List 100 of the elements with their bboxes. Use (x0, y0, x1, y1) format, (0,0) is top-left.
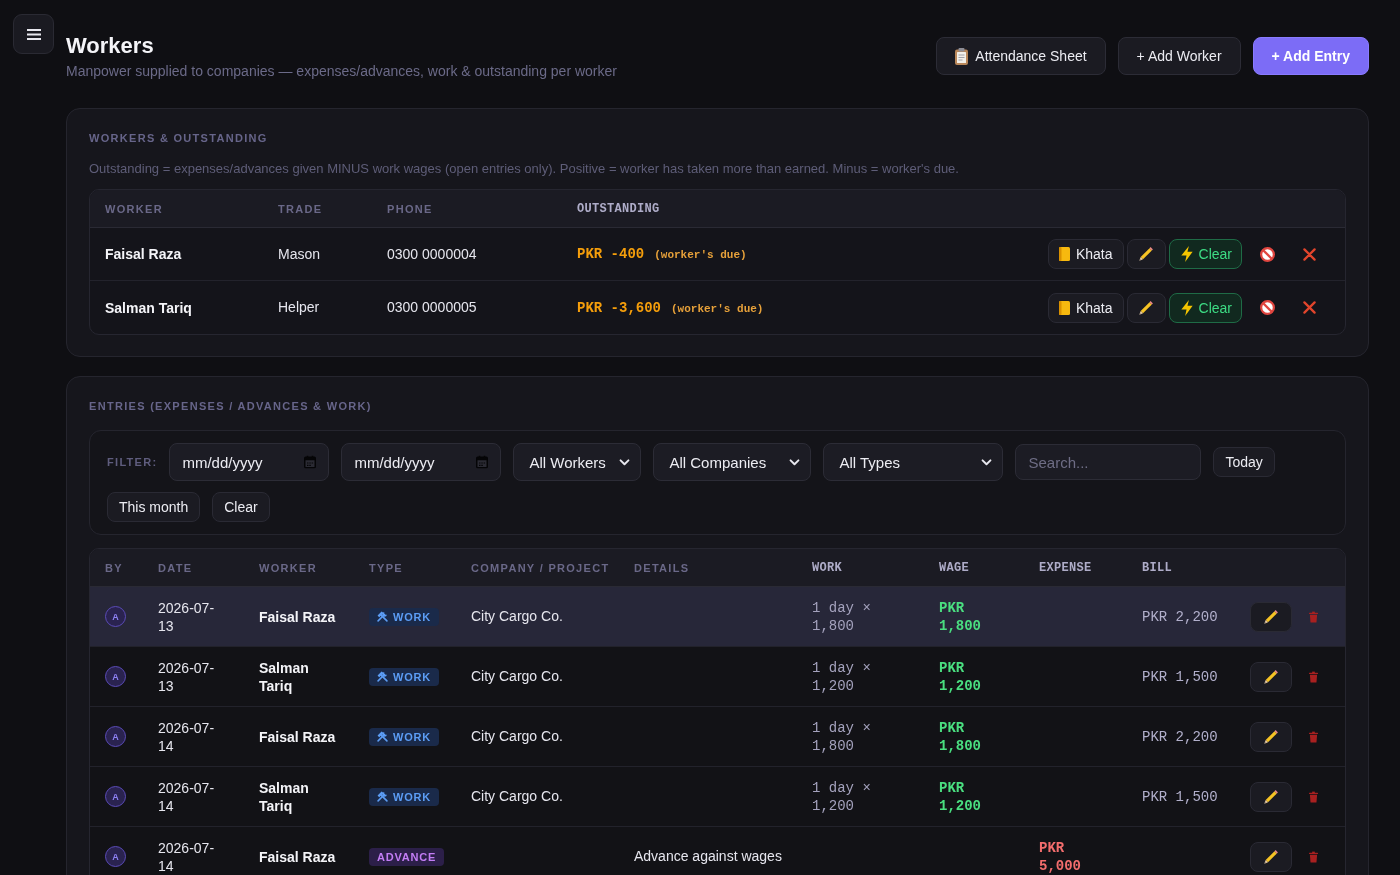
section-heading: ENTRIES (EXPENSES / ADVANCES & WORK) (89, 399, 372, 413)
table-cell-text: 2026-07-14 (158, 718, 216, 755)
page-subtitle: Manpower supplied to companies — expenses/advances, work & outstanding per worker (66, 62, 617, 81)
table-cell: Faisal Raza (105, 245, 182, 263)
edit-button[interactable] (1250, 781, 1292, 812)
clear-button[interactable]: Clear (1168, 292, 1242, 323)
table-cell-text: 1 day × 1,800 (812, 718, 872, 755)
edit-button[interactable] (1250, 721, 1292, 752)
column-header: OUTSTANDING (577, 201, 660, 216)
column-header: WORK (812, 560, 842, 575)
khata-button[interactable]: Khata (1047, 292, 1124, 323)
user-avatar: A (105, 606, 126, 627)
clear-button[interactable]: Clear (1168, 239, 1242, 269)
filter-dropdown[interactable]: All Types (823, 443, 1004, 481)
column-header: WORKER (259, 561, 317, 574)
date-field[interactable]: mm/dd/yyyy (169, 443, 330, 481)
prohibited-icon[interactable] (1259, 246, 1275, 262)
table-cell: City Cargo Co. (471, 787, 563, 806)
tools-icon (377, 791, 388, 802)
table-cell: City Cargo Co. (471, 607, 563, 626)
cross-icon[interactable] (1302, 301, 1316, 314)
chevron-down-icon (619, 458, 631, 466)
column-header: WAGE (939, 560, 969, 575)
table-cell: PKR 1,500 (1142, 667, 1218, 686)
edit-button[interactable] (1126, 239, 1166, 269)
add-worker-button[interactable]: + Add Worker (1117, 37, 1241, 75)
wage-amount: PKR 1,200 (939, 658, 982, 695)
pencil-icon (1264, 849, 1278, 864)
column-header: TYPE (369, 561, 403, 574)
search-field[interactable]: Search... (1015, 444, 1202, 480)
edit-button[interactable] (1250, 661, 1292, 692)
table-cell: Salman Tariq (105, 298, 192, 317)
outstanding-note: (worker's due) (671, 302, 764, 315)
tools-icon (377, 611, 388, 622)
clipboard-icon (955, 47, 969, 65)
filter-dropdown[interactable]: All Companies (653, 443, 812, 481)
wage-amount: PKR 1,200 (939, 778, 982, 815)
filter-dropdown[interactable]: All Workers (513, 443, 642, 481)
date-field[interactable]: mm/dd/yyyy (341, 443, 502, 481)
table-cell-text: 2026-07-14 (158, 838, 216, 875)
tools-icon (377, 731, 388, 742)
table-cell-text: 2026-07-14 (158, 778, 216, 815)
notebook-icon (1058, 300, 1070, 315)
table-cell-text: 2026-07-13 (158, 658, 216, 695)
column-header: PHONE (387, 202, 433, 215)
column-header: EXPENSE (1039, 560, 1092, 575)
filter-button[interactable]: Today (1213, 447, 1275, 477)
column-header: COMPANY / PROJECT (471, 561, 610, 574)
pencil-icon (1139, 300, 1154, 315)
user-avatar: A (105, 666, 126, 687)
user-avatar: A (105, 726, 126, 747)
pencil-icon (1264, 789, 1278, 804)
trash-icon[interactable] (1309, 850, 1318, 863)
edit-button[interactable] (1250, 841, 1292, 872)
type-badge: ADVANCE (369, 847, 445, 866)
type-badge: WORK (369, 787, 440, 806)
cross-icon[interactable] (1302, 247, 1316, 261)
filter-button[interactable]: This month (107, 492, 201, 522)
wage-amount: PKR 1,800 (939, 598, 982, 635)
prohibited-icon[interactable] (1259, 300, 1275, 315)
pencil-icon (1264, 669, 1278, 684)
edit-button[interactable] (1126, 292, 1166, 323)
column-header: BILL (1142, 560, 1172, 575)
table-cell: City Cargo Co. (471, 727, 563, 746)
outstanding-note: (worker's due) (654, 249, 747, 261)
column-header: TRADE (278, 202, 323, 215)
filter-button[interactable]: Clear (212, 492, 270, 522)
add-entry-button[interactable]: + Add Entry (1252, 37, 1369, 75)
table-cell: Helper (278, 298, 320, 317)
table-cell: 0300 0000004 (387, 244, 477, 264)
table-cell: Faisal Raza (259, 727, 336, 746)
lightning-icon (1180, 299, 1193, 316)
table-cell: City Cargo Co. (471, 667, 563, 686)
pencil-icon (1264, 609, 1278, 624)
chevron-down-icon (981, 458, 993, 466)
table-cell: PKR 1,500 (1142, 787, 1218, 806)
table-cell-text: 1 day × 1,200 (812, 658, 872, 695)
outstanding-amount: PKR -400 (577, 246, 645, 262)
edit-button[interactable] (1250, 601, 1292, 632)
table-cell: 0300 0000005 (387, 298, 477, 317)
column-header: BY (105, 561, 123, 574)
column-header: DETAILS (634, 561, 690, 574)
table-cell: Faisal Raza (259, 607, 336, 626)
table-cell: Faisal Raza (259, 847, 336, 866)
attendance-sheet-button[interactable]: Attendance Sheet (936, 37, 1106, 75)
section-note: Outstanding = expenses/advances given MINUS work wages (open entries only). Positive = worker has taken more than earned. Minus = worker's due. (89, 160, 960, 178)
trash-icon[interactable] (1309, 790, 1318, 803)
trash-icon[interactable] (1309, 730, 1318, 743)
type-badge: WORK (369, 607, 440, 626)
table-cell: PKR 2,200 (1142, 727, 1218, 746)
type-badge: WORK (369, 667, 440, 686)
table-cell-text: Salman Tariq (259, 658, 310, 695)
lightning-icon (1180, 246, 1193, 262)
khata-button[interactable]: Khata (1047, 239, 1124, 269)
page-title: Workers (66, 33, 154, 59)
table-cell-text: 1 day × 1,200 (812, 778, 872, 815)
user-avatar: A (105, 786, 126, 807)
trash-icon[interactable] (1309, 670, 1318, 683)
table-cell: PKR 2,200 (1142, 607, 1218, 626)
menu-button[interactable] (13, 14, 54, 54)
